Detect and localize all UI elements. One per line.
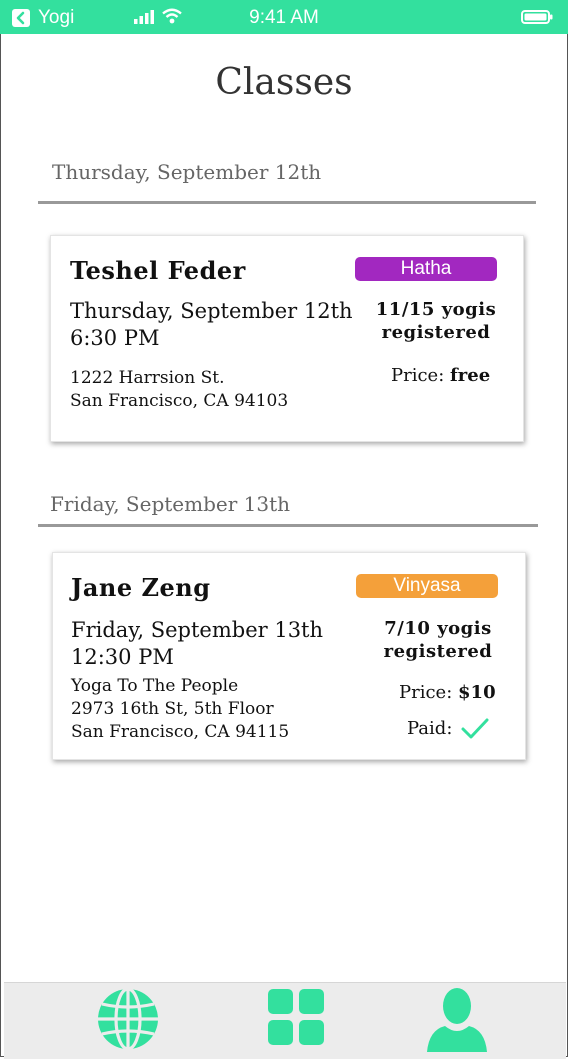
registration-count: 7/10 yogis registered [353,617,523,663]
date-header-thursday: Thursday, September 12th [52,160,322,184]
check-icon [461,718,489,739]
class-datetime: Friday, September 13th 12:30 PM [71,617,323,671]
grid-icon[interactable] [267,988,325,1046]
address-line: San Francisco, CA 94103 [70,391,289,411]
price-value: free [450,365,491,386]
style-tag-hatha: Hatha [355,257,497,281]
class-card-teshel-feder[interactable]: Teshel Feder Thursday, September 12th 6:… [50,235,524,442]
registered-label: registered [383,641,493,662]
tab-bar [4,982,566,1059]
status-bar: Yogi 9:41 AM [0,0,568,34]
class-date: Friday, September 13th [71,618,324,642]
status-time: 9:41 AM [249,7,319,28]
address-line: Yoga To The People [71,676,239,696]
address-line: 2973 16th St, 5th Floor [71,699,274,719]
class-card-jane-zeng[interactable]: Jane Zeng Friday, September 13th 12:30 P… [52,552,526,760]
class-address: Yoga To The People 2973 16th St, 5th Flo… [71,675,289,744]
teacher-name: Teshel Feder [70,256,246,285]
class-time: 6:30 PM [70,326,160,350]
price-value: $10 [458,682,496,703]
date-header-friday: Friday, September 13th [50,492,291,516]
price: Price: $10 [399,682,496,703]
class-address: 1222 Harrsion St. San Francisco, CA 9410… [70,367,288,413]
globe-icon[interactable] [95,986,161,1052]
page-title: Classes [215,62,353,103]
section-divider [38,524,538,527]
address-line: 1222 Harrsion St. [70,368,225,388]
price: Price: free [391,365,490,386]
address-line: San Francisco, CA 94115 [71,722,290,742]
section-divider [38,201,536,204]
price-label: Price: [391,365,445,386]
paid-label: Paid: [407,718,453,739]
profile-icon[interactable] [425,986,489,1052]
class-time: 12:30 PM [71,645,174,669]
registered-count: 7/10 yogis [384,618,492,639]
battery-icon [521,10,553,24]
style-tag-vinyasa: Vinyasa [356,574,498,598]
teacher-name: Jane Zeng [71,573,211,602]
class-date: Thursday, September 12th [70,299,353,323]
device-frame [0,0,568,1057]
class-datetime: Thursday, September 12th 6:30 PM [70,298,353,352]
price-label: Price: [399,682,453,703]
registered-count: 11/15 yogis [375,299,497,320]
registration-count: 11/15 yogis registered [351,298,521,344]
registered-label: registered [381,322,491,343]
